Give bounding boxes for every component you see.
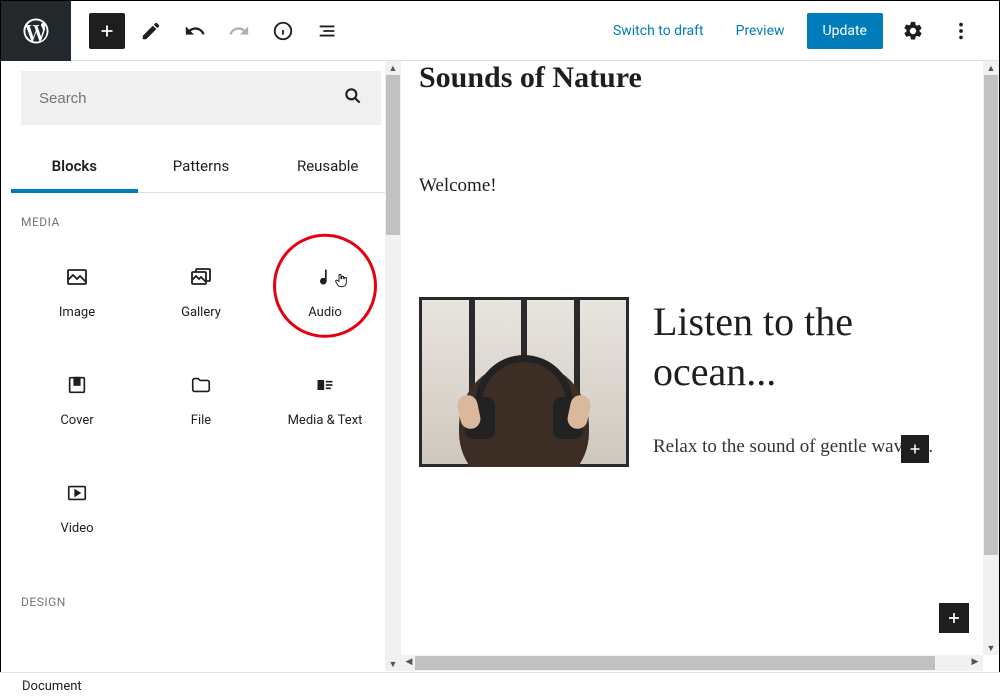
canvas-scrollbar-vertical[interactable]: ▲ ▼ [983, 61, 999, 655]
video-icon [65, 479, 89, 507]
redo-icon [221, 13, 257, 49]
scroll-down-arrow[interactable]: ▼ [385, 657, 401, 671]
block-image[interactable]: Image [15, 237, 139, 345]
block-label: Image [59, 305, 95, 320]
scrollbar-thumb[interactable] [386, 75, 400, 235]
media-text-heading[interactable]: Listen to the ocean... [653, 297, 971, 397]
undo-icon[interactable] [177, 13, 213, 49]
inserter-tabs: Blocks Patterns Reusable [11, 143, 391, 193]
add-block-button[interactable] [89, 13, 125, 49]
footer-breadcrumb[interactable]: Document [0, 672, 1000, 700]
scrollbar-thumb[interactable] [415, 656, 935, 670]
tab-blocks[interactable]: Blocks [11, 143, 138, 193]
breadcrumb-document[interactable]: Document [22, 679, 82, 694]
block-label: File [191, 413, 211, 428]
scroll-down-arrow[interactable]: ▼ [983, 641, 999, 655]
block-label: Cover [60, 413, 93, 428]
block-label: Audio [308, 305, 341, 320]
sidebar-scrollbar[interactable]: ▲ ▼ [385, 61, 401, 671]
media-blocks-grid: Image Gallery Audio Cover File [11, 237, 391, 561]
block-gallery[interactable]: Gallery [139, 237, 263, 345]
main-area: Blocks Patterns Reusable MEDIA Image Gal… [1, 61, 999, 671]
block-video[interactable]: Video [15, 453, 139, 561]
settings-gear-icon[interactable] [895, 13, 931, 49]
media-text-content[interactable]: Listen to the ocean... Relax to the soun… [653, 297, 971, 462]
tab-reusable[interactable]: Reusable [264, 143, 391, 192]
editor-canvas[interactable]: Sounds of Nature Welcome! Listen to the … [401, 61, 999, 671]
media-image[interactable] [419, 297, 629, 467]
block-appender-button[interactable] [939, 603, 969, 633]
file-icon [189, 371, 213, 399]
gallery-icon [189, 263, 213, 291]
switch-to-draft-button[interactable]: Switch to draft [603, 15, 714, 47]
block-label: Video [60, 521, 93, 536]
tab-patterns[interactable]: Patterns [138, 143, 265, 192]
scroll-up-arrow[interactable]: ▲ [385, 61, 401, 75]
search-icon [343, 86, 363, 110]
block-media-text[interactable]: Media & Text [263, 345, 387, 453]
block-label: Media & Text [288, 413, 363, 428]
canvas-scrollbar-horizontal[interactable]: ◀ ▶ [401, 655, 983, 671]
section-design-title: DESIGN [11, 561, 391, 617]
toolbar-left [71, 13, 345, 49]
cover-icon [66, 371, 88, 399]
block-label: Gallery [181, 305, 221, 320]
block-cover[interactable]: Cover [15, 345, 139, 453]
post-title[interactable]: Sounds of Nature [419, 61, 971, 95]
block-audio[interactable]: Audio [263, 237, 387, 345]
audio-icon [315, 263, 335, 291]
scrollbar-thumb[interactable] [984, 75, 998, 555]
block-inserter-panel: Blocks Patterns Reusable MEDIA Image Gal… [1, 61, 401, 671]
top-toolbar: Switch to draft Preview Update [1, 1, 999, 61]
info-icon[interactable] [265, 13, 301, 49]
media-text-block[interactable]: Listen to the ocean... Relax to the soun… [419, 297, 971, 467]
more-menu-icon[interactable] [943, 13, 979, 49]
scroll-up-arrow[interactable]: ▲ [983, 61, 999, 75]
wordpress-logo[interactable] [1, 1, 71, 61]
cursor-hand-icon [333, 271, 349, 293]
inline-add-button[interactable] [901, 435, 929, 463]
paragraph-block[interactable]: Welcome! [419, 175, 971, 197]
outline-icon[interactable] [309, 13, 345, 49]
search-input[interactable] [39, 90, 343, 107]
image-icon [65, 263, 89, 291]
media-text-icon [313, 371, 337, 399]
search-box[interactable] [21, 71, 381, 125]
edit-mode-icon[interactable] [133, 13, 169, 49]
toolbar-right: Switch to draft Preview Update [603, 13, 999, 49]
preview-button[interactable]: Preview [726, 15, 795, 47]
section-media-title: MEDIA [11, 193, 391, 237]
scroll-right-arrow[interactable]: ▶ [967, 655, 983, 669]
block-file[interactable]: File [139, 345, 263, 453]
update-button[interactable]: Update [807, 13, 883, 49]
